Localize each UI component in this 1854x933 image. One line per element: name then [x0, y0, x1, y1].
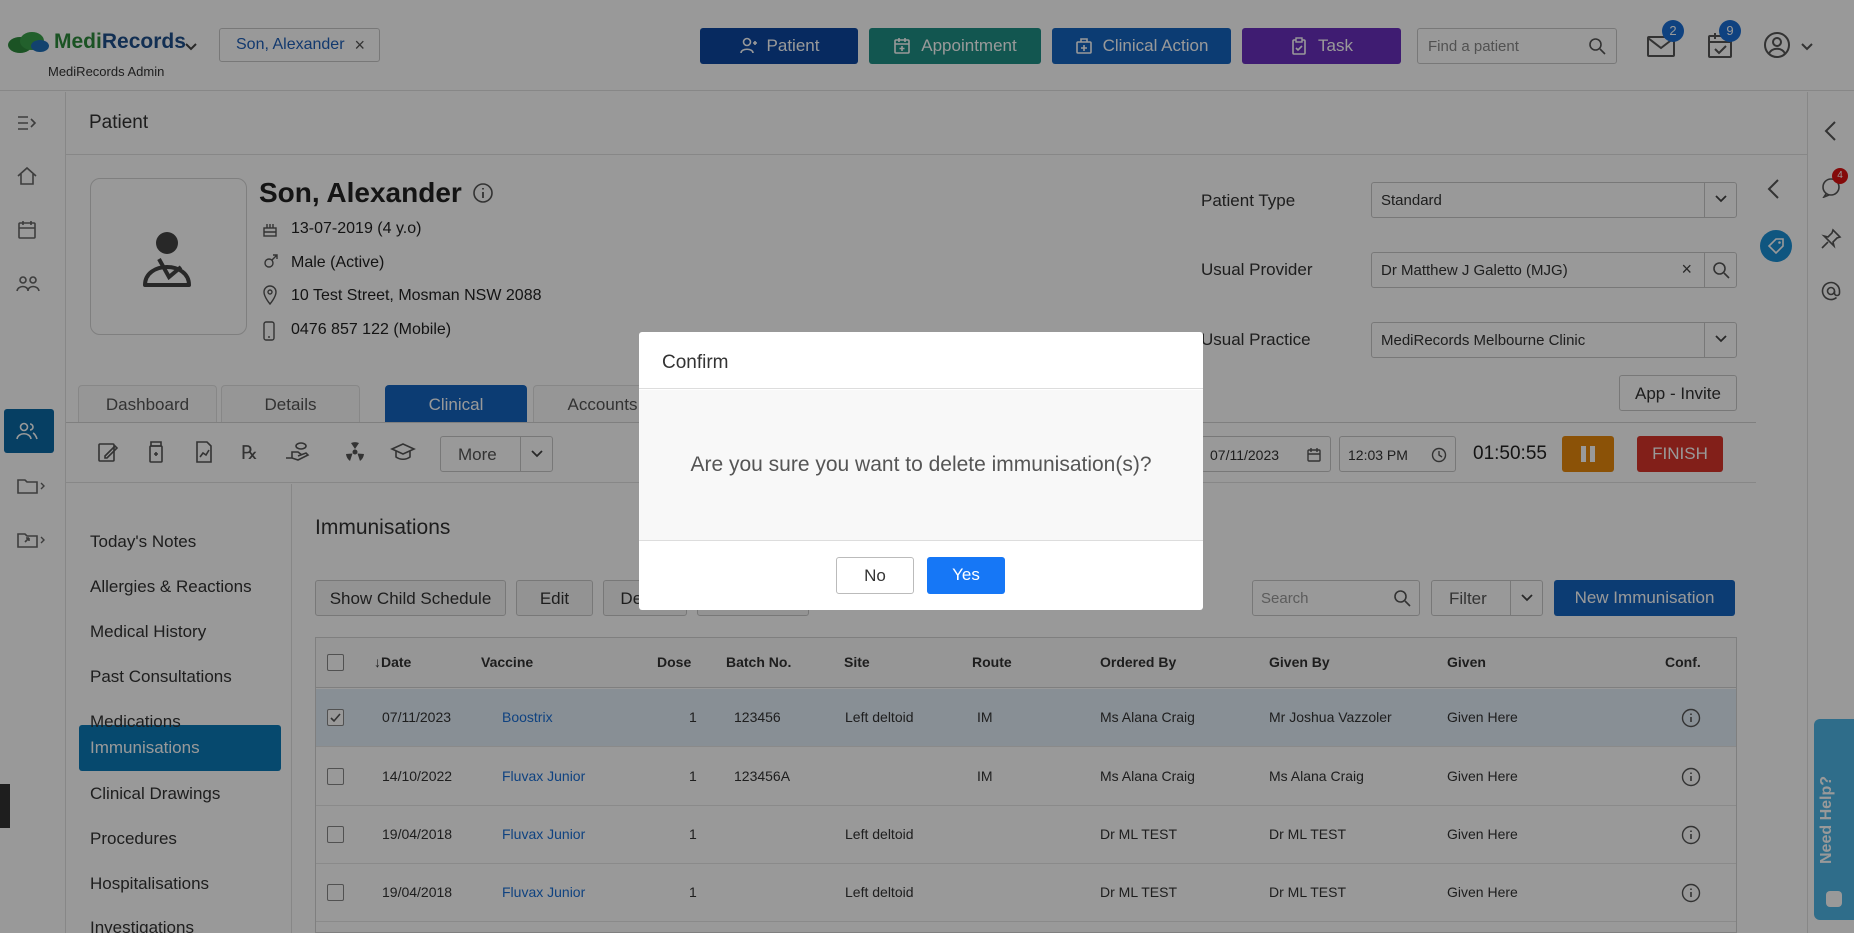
no-button[interactable]: No — [836, 557, 914, 594]
dialog-header: Confirm — [639, 332, 1203, 389]
dialog-body: Are you sure you want to delete immunisa… — [639, 390, 1203, 541]
yes-button[interactable]: Yes — [927, 557, 1005, 594]
dialog-message: Are you sure you want to delete immunisa… — [690, 453, 1152, 476]
dialog-title: Confirm — [662, 352, 729, 373]
confirm-dialog: Confirm Are you sure you want to delete … — [639, 332, 1203, 610]
